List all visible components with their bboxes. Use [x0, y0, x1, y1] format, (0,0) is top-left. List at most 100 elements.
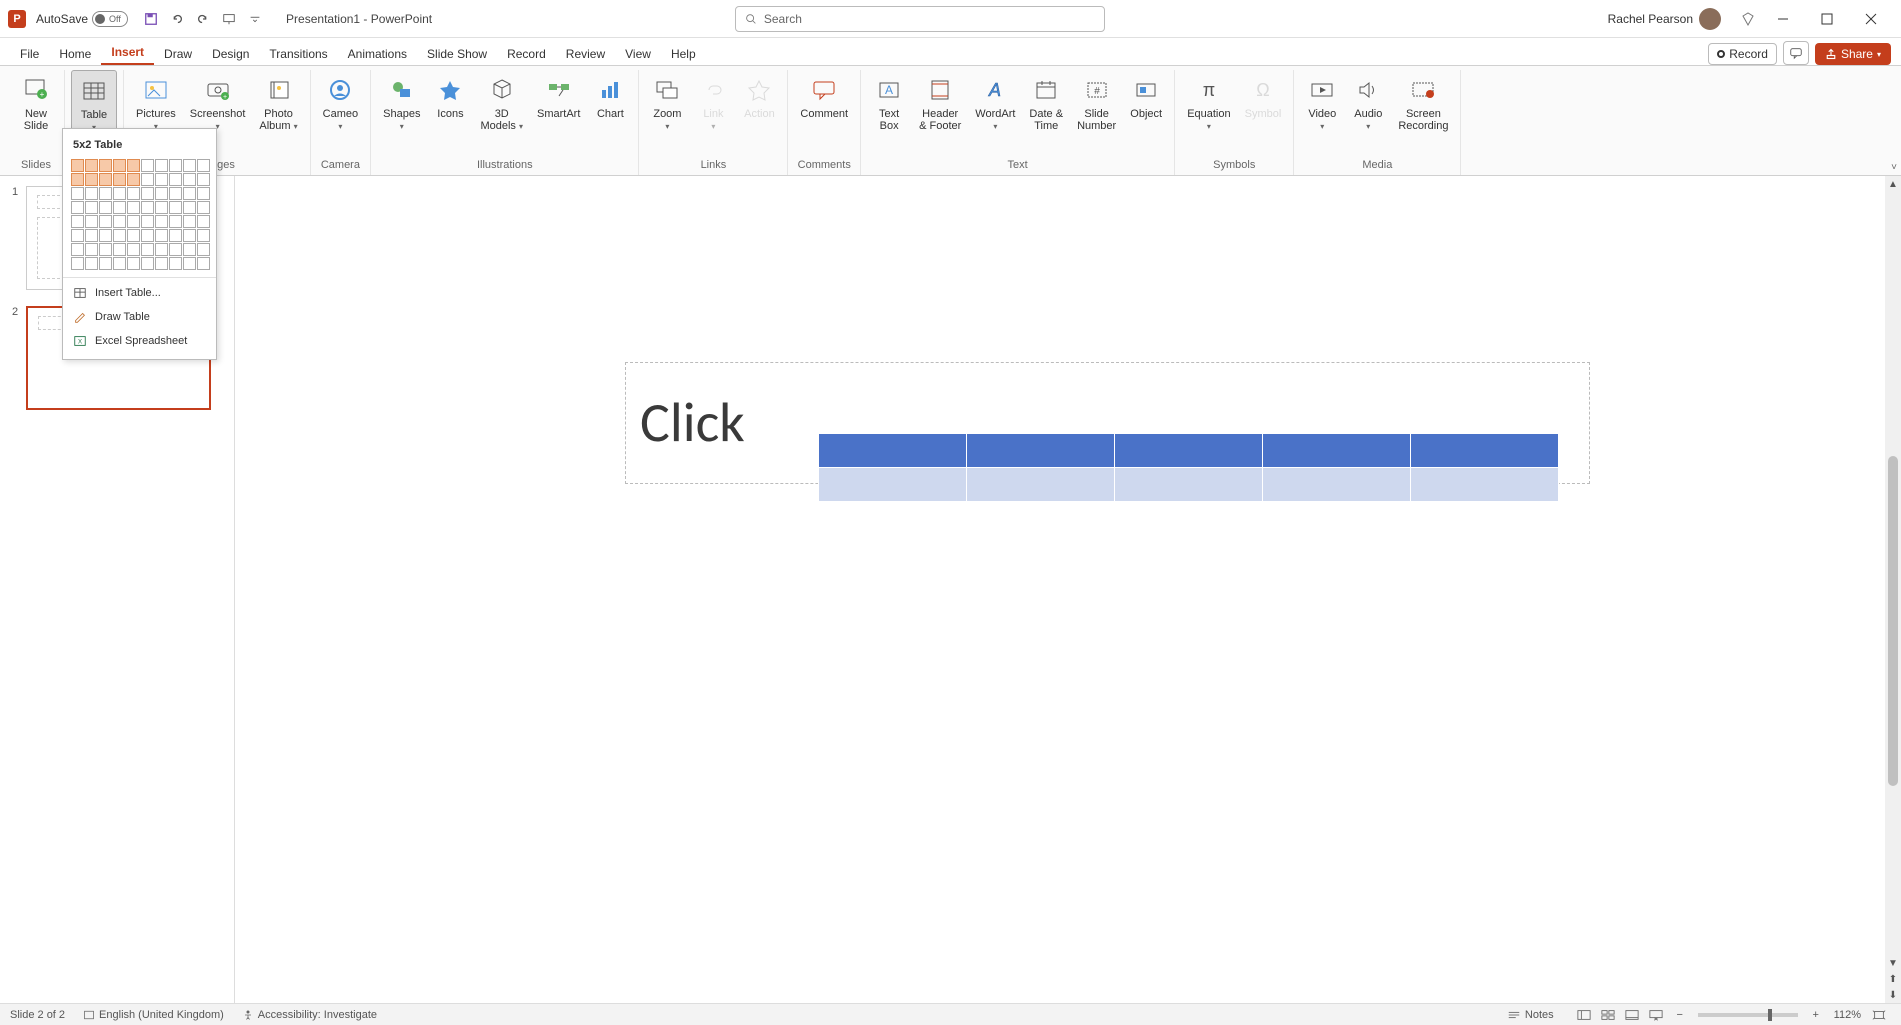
grid-cell[interactable] [99, 159, 112, 172]
grid-cell[interactable] [197, 215, 210, 228]
grid-cell[interactable] [169, 257, 182, 270]
tab-insert[interactable]: Insert [101, 41, 154, 65]
wordart-button[interactable]: AWordArt▾ [969, 70, 1021, 136]
header-footer-button[interactable]: Header & Footer [913, 70, 967, 136]
grid-cell[interactable] [71, 187, 84, 200]
grid-cell[interactable] [85, 201, 98, 214]
slideshow-view-button[interactable] [1645, 1006, 1667, 1024]
grid-cell[interactable] [113, 257, 126, 270]
grid-cell[interactable] [99, 201, 112, 214]
scroll-down-arrow[interactable]: ▼ [1885, 955, 1901, 971]
grid-cell[interactable] [113, 187, 126, 200]
grid-cell[interactable] [155, 201, 168, 214]
accessibility-indicator[interactable]: Accessibility: Investigate [242, 1009, 377, 1021]
grid-cell[interactable] [169, 201, 182, 214]
comment-button[interactable]: Comment [794, 70, 854, 124]
grid-cell[interactable] [85, 215, 98, 228]
tab-review[interactable]: Review [556, 43, 615, 65]
grid-cell[interactable] [183, 257, 196, 270]
ribbon-collapse-button[interactable]: ˅ [1891, 162, 1897, 173]
grid-cell[interactable] [99, 243, 112, 256]
grid-cell[interactable] [71, 215, 84, 228]
grid-cell[interactable] [183, 243, 196, 256]
title-placeholder[interactable]: Click [625, 362, 1590, 484]
qat-more-button[interactable] [244, 8, 266, 30]
grid-cell[interactable] [141, 229, 154, 242]
notes-button[interactable]: Notes [1507, 1009, 1554, 1021]
screenshot-button[interactable]: +Screenshot▾ [184, 70, 252, 136]
grid-cell[interactable] [155, 215, 168, 228]
grid-cell[interactable] [141, 159, 154, 172]
prev-slide-arrow[interactable]: ⬆ [1885, 971, 1901, 987]
grid-cell[interactable] [141, 173, 154, 186]
grid-cell[interactable] [141, 215, 154, 228]
grid-cell[interactable] [127, 187, 140, 200]
grid-cell[interactable] [183, 215, 196, 228]
tab-slideshow[interactable]: Slide Show [417, 43, 497, 65]
grid-cell[interactable] [169, 243, 182, 256]
chart-button[interactable]: Chart [588, 70, 632, 124]
grid-cell[interactable] [155, 187, 168, 200]
grid-cell[interactable] [71, 201, 84, 214]
zoom-level[interactable]: 112% [1834, 1009, 1861, 1021]
slide-indicator[interactable]: Slide 2 of 2 [10, 1009, 65, 1021]
excel-spreadsheet-item[interactable]: XExcel Spreadsheet [63, 329, 216, 353]
grid-cell[interactable] [155, 257, 168, 270]
reading-view-button[interactable] [1621, 1006, 1643, 1024]
grid-cell[interactable] [141, 201, 154, 214]
grid-cell[interactable] [197, 257, 210, 270]
scrollbar-thumb[interactable] [1888, 456, 1898, 786]
object-button[interactable]: Object [1124, 70, 1168, 124]
language-indicator[interactable]: English (United Kingdom) [83, 1009, 224, 1021]
draw-table-item[interactable]: Draw Table [63, 305, 216, 329]
search-input[interactable]: Search [735, 6, 1105, 32]
diamond-icon[interactable] [1737, 8, 1759, 30]
grid-cell[interactable] [127, 201, 140, 214]
tab-design[interactable]: Design [202, 43, 259, 65]
grid-cell[interactable] [197, 187, 210, 200]
grid-cell[interactable] [127, 229, 140, 242]
maximize-button[interactable] [1805, 5, 1849, 33]
grid-cell[interactable] [155, 173, 168, 186]
pictures-button[interactable]: Pictures▾ [130, 70, 182, 136]
grid-cell[interactable] [127, 159, 140, 172]
grid-cell[interactable] [113, 215, 126, 228]
zoom-button[interactable]: Zoom▾ [645, 70, 689, 136]
tab-file[interactable]: File [10, 43, 49, 65]
zoom-in-button[interactable]: + [1805, 1006, 1827, 1024]
minimize-button[interactable] [1761, 5, 1805, 33]
share-button[interactable]: Share▾ [1815, 43, 1891, 65]
grid-cell[interactable] [85, 187, 98, 200]
undo-button[interactable] [166, 8, 188, 30]
photo-album-button[interactable]: Photo Album ▾ [253, 70, 303, 136]
icons-button[interactable]: Icons [428, 70, 472, 124]
grid-cell[interactable] [85, 257, 98, 270]
grid-cell[interactable] [113, 159, 126, 172]
comments-pane-button[interactable] [1783, 41, 1809, 65]
screen-recording-button[interactable]: Screen Recording [1392, 70, 1454, 136]
audio-button[interactable]: Audio▾ [1346, 70, 1390, 136]
grid-cell[interactable] [71, 159, 84, 172]
grid-cell[interactable] [197, 201, 210, 214]
grid-cell[interactable] [183, 201, 196, 214]
grid-cell[interactable] [85, 159, 98, 172]
grid-cell[interactable] [113, 201, 126, 214]
grid-cell[interactable] [169, 159, 182, 172]
grid-cell[interactable] [169, 173, 182, 186]
close-button[interactable] [1849, 5, 1893, 33]
grid-cell[interactable] [99, 229, 112, 242]
record-button[interactable]: Record [1708, 43, 1777, 65]
fit-to-window-button[interactable] [1868, 1006, 1890, 1024]
slide-canvas-area[interactable]: Click [235, 176, 1901, 1003]
grid-cell[interactable] [85, 173, 98, 186]
text-box-button[interactable]: AText Box [867, 70, 911, 136]
grid-cell[interactable] [197, 159, 210, 172]
zoom-out-button[interactable]: − [1669, 1006, 1691, 1024]
video-button[interactable]: Video▾ [1300, 70, 1344, 136]
grid-cell[interactable] [71, 229, 84, 242]
grid-cell[interactable] [99, 215, 112, 228]
redo-button[interactable] [192, 8, 214, 30]
grid-cell[interactable] [183, 187, 196, 200]
shapes-button[interactable]: Shapes▾ [377, 70, 426, 136]
grid-cell[interactable] [71, 243, 84, 256]
